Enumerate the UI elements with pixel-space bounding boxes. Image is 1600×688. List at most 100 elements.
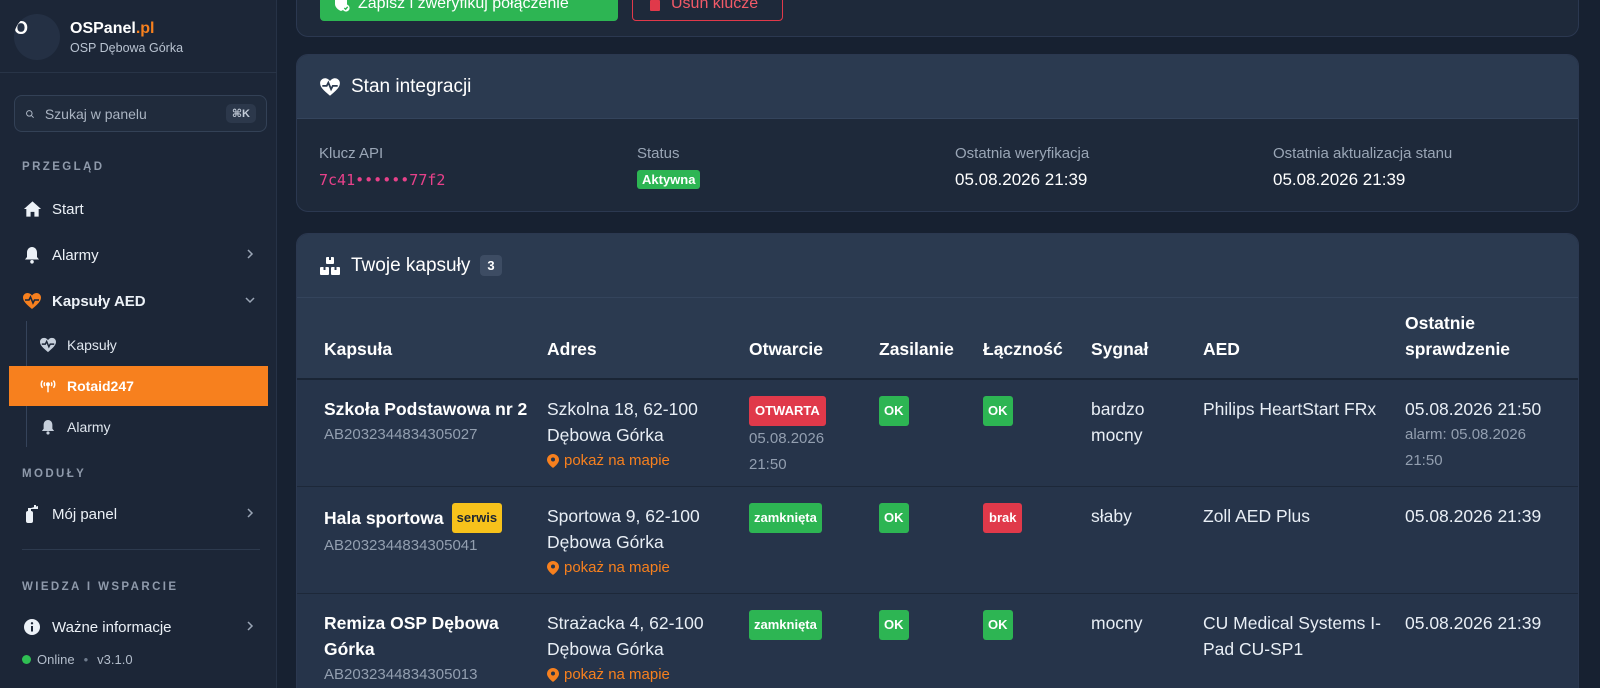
api-key-value: 7c41••••••77f2 [319, 171, 446, 189]
button-label: Usuń klucze [671, 0, 759, 12]
column-header[interactable]: Adres [547, 298, 749, 380]
broadcast-tower-icon [39, 377, 57, 395]
capsules-header: Twoje kapsuły 3 [297, 234, 1578, 298]
column-header[interactable]: Kapsuła [297, 298, 547, 380]
status-field: Status Aktywna [637, 145, 701, 189]
signal-value: mocny [1091, 612, 1143, 633]
info-icon [22, 617, 42, 637]
last-verify-label: Ostatnia weryfikacja [955, 145, 1090, 162]
table-row[interactable]: Remiza OSP Dębowa Górka AB20323448343050… [297, 593, 1578, 688]
connectivity-badge: OK [983, 609, 1013, 640]
aed-model: Philips HeartStart FRx [1203, 399, 1377, 419]
chevron-right-icon [247, 508, 254, 518]
opening-badge: zamknięta [749, 609, 822, 640]
sidebar-item-alarms[interactable]: Alarmy [9, 235, 268, 275]
capsule-name[interactable]: Hala sportowa [324, 508, 444, 528]
sidebar-item-start[interactable]: Start [9, 189, 268, 229]
show-on-map-link[interactable]: pokaż na mapie [547, 555, 735, 581]
map-pin-icon [547, 667, 559, 682]
section-overview: PRZEGLĄD [22, 161, 105, 173]
service-badge: serwis [451, 502, 503, 533]
power-badge: OK [879, 396, 909, 426]
status-badge: Aktywna [637, 170, 701, 189]
trash-icon [650, 0, 660, 11]
table-row[interactable]: Szkoła Podstawowa nr 2 AB203234483430502… [297, 379, 1578, 486]
capsule-name[interactable]: Remiza OSP Dębowa Górka [324, 610, 533, 662]
capsule-serial: AB2032344834305027 [324, 426, 478, 443]
opening-badge: zamknięta [749, 502, 822, 533]
capsules-title: Twoje kapsuły [351, 254, 471, 276]
sidebar-subitem-capsules[interactable]: Kapsuły [26, 325, 268, 365]
brand-name: OSPanel.pl [70, 19, 155, 37]
boxes-icon [320, 256, 340, 275]
column-header[interactable]: Otwarcie [749, 298, 879, 380]
column-header[interactable]: Sygnał [1091, 298, 1203, 380]
section-modules: MODUŁY [22, 468, 87, 480]
last-update-field: Ostatnia aktualizacja stanu 05.08.2026 2… [1273, 145, 1452, 190]
signal-value: słaby [1091, 505, 1132, 526]
shield-check-icon [335, 0, 350, 12]
sidebar-subitem-rotaid247[interactable]: Rotaid247 [9, 366, 268, 406]
column-header[interactable]: Zasilanie [879, 298, 983, 380]
search-shortcut: ⌘K [225, 104, 256, 123]
sidebar-item-label: Alarmy [67, 419, 111, 435]
integration-title: Stan integracji [351, 75, 472, 97]
search-box[interactable]: ⌘K [14, 95, 267, 132]
last-verify-field: Ostatnia weryfikacja 05.08.2026 21:39 [955, 145, 1089, 190]
column-header[interactable]: AED [1203, 298, 1405, 380]
heart-pulse-icon [22, 291, 42, 311]
sidebar-subitem-alarms[interactable]: Alarmy [26, 407, 268, 447]
save-verify-button[interactable]: Zapisz i zweryfikuj połączenie [320, 0, 618, 21]
fire-extinguisher-icon [22, 504, 42, 524]
capsule-address: Sportowa 9, 62-100 Dębowa Górka [547, 505, 700, 552]
table-header-row: Kapsuła Adres Otwarcie Zasilanie Łącznoś… [297, 298, 1578, 380]
sidebar-item-important-info[interactable]: Ważne informacje [9, 607, 268, 647]
opening-badge: OTWARTA [749, 396, 826, 426]
home-icon [22, 199, 42, 219]
column-header[interactable]: Ostatnie sprawdzenie [1405, 298, 1578, 380]
main-content: Zapisz i zweryfikuj połączenie Usuń kluc… [277, 0, 1600, 688]
api-key-field: Klucz API 7c41••••••77f2 [319, 145, 445, 189]
sidebar-item-label: Kapsuły AED [52, 292, 146, 310]
integration-info: Klucz API 7c41••••••77f2 Status Aktywna … [297, 119, 1578, 211]
integration-card: Stan integracji Klucz API 7c41••••••77f2… [296, 54, 1579, 212]
sidebar-item-label: Alarmy [52, 246, 99, 264]
sidebar-divider [0, 72, 277, 73]
show-on-map-link[interactable]: pokaż na mapie [547, 662, 735, 688]
sidebar-item-my-panel[interactable]: Mój panel [9, 494, 268, 534]
chevron-right-icon [247, 249, 254, 259]
logo: O [14, 14, 60, 60]
capsule-name[interactable]: Szkoła Podstawowa nr 2 [324, 396, 533, 422]
online-dot-icon [22, 655, 31, 664]
last-check-value: 05.08.2026 21:39 [1405, 612, 1542, 633]
map-pin-icon [547, 454, 559, 468]
chevron-down-icon [245, 297, 255, 304]
last-check-value: 05.08.2026 21:50 [1405, 399, 1542, 419]
power-badge: OK [879, 609, 909, 640]
brand-subtitle: OSP Dębowa Górka [70, 40, 184, 55]
aed-model: Zoll AED Plus [1203, 505, 1310, 526]
aed-model: CU Medical Systems I-Pad CU-SP1 [1203, 612, 1381, 659]
sidebar-item-label: Rotaid247 [67, 378, 134, 394]
search-input[interactable] [44, 105, 226, 122]
button-label: Zapisz i zweryfikuj połączenie [358, 0, 569, 12]
sidebar-item-label: Mój panel [52, 505, 118, 523]
show-on-map-link[interactable]: pokaż na mapie [547, 448, 735, 474]
table-row[interactable]: Hala sportowa serwis AB2032344834305041 S… [297, 486, 1578, 593]
last-update-label: Ostatnia aktualizacja stanu [1273, 145, 1453, 162]
capsule-address: Strażacka 4, 62-100 Dębowa Górka [547, 612, 704, 659]
sidebar-divider [22, 549, 260, 550]
delete-keys-button[interactable]: Usuń klucze [632, 0, 783, 21]
signal-value: bardzo mocny [1091, 399, 1145, 445]
capsule-serial: AB2032344834305013 [324, 665, 478, 683]
power-badge: OK [879, 502, 909, 533]
sidebar-item-aed[interactable]: Kapsuły AED [9, 281, 268, 321]
column-header[interactable]: Łączność [983, 298, 1091, 380]
capsule-serial: AB2032344834305041 [324, 536, 478, 554]
last-check-note: alarm: 05.08.2026 21:50 [1405, 426, 1526, 469]
chevron-right-icon [247, 621, 254, 631]
brand[interactable]: O OSPanel.pl OSP Dębowa Górka [14, 12, 183, 62]
sidebar-item-label: Start [52, 200, 84, 218]
search-icon [26, 109, 34, 118]
sidebar: O OSPanel.pl OSP Dębowa Górka ⌘K PRZEGLĄ… [0, 0, 277, 688]
